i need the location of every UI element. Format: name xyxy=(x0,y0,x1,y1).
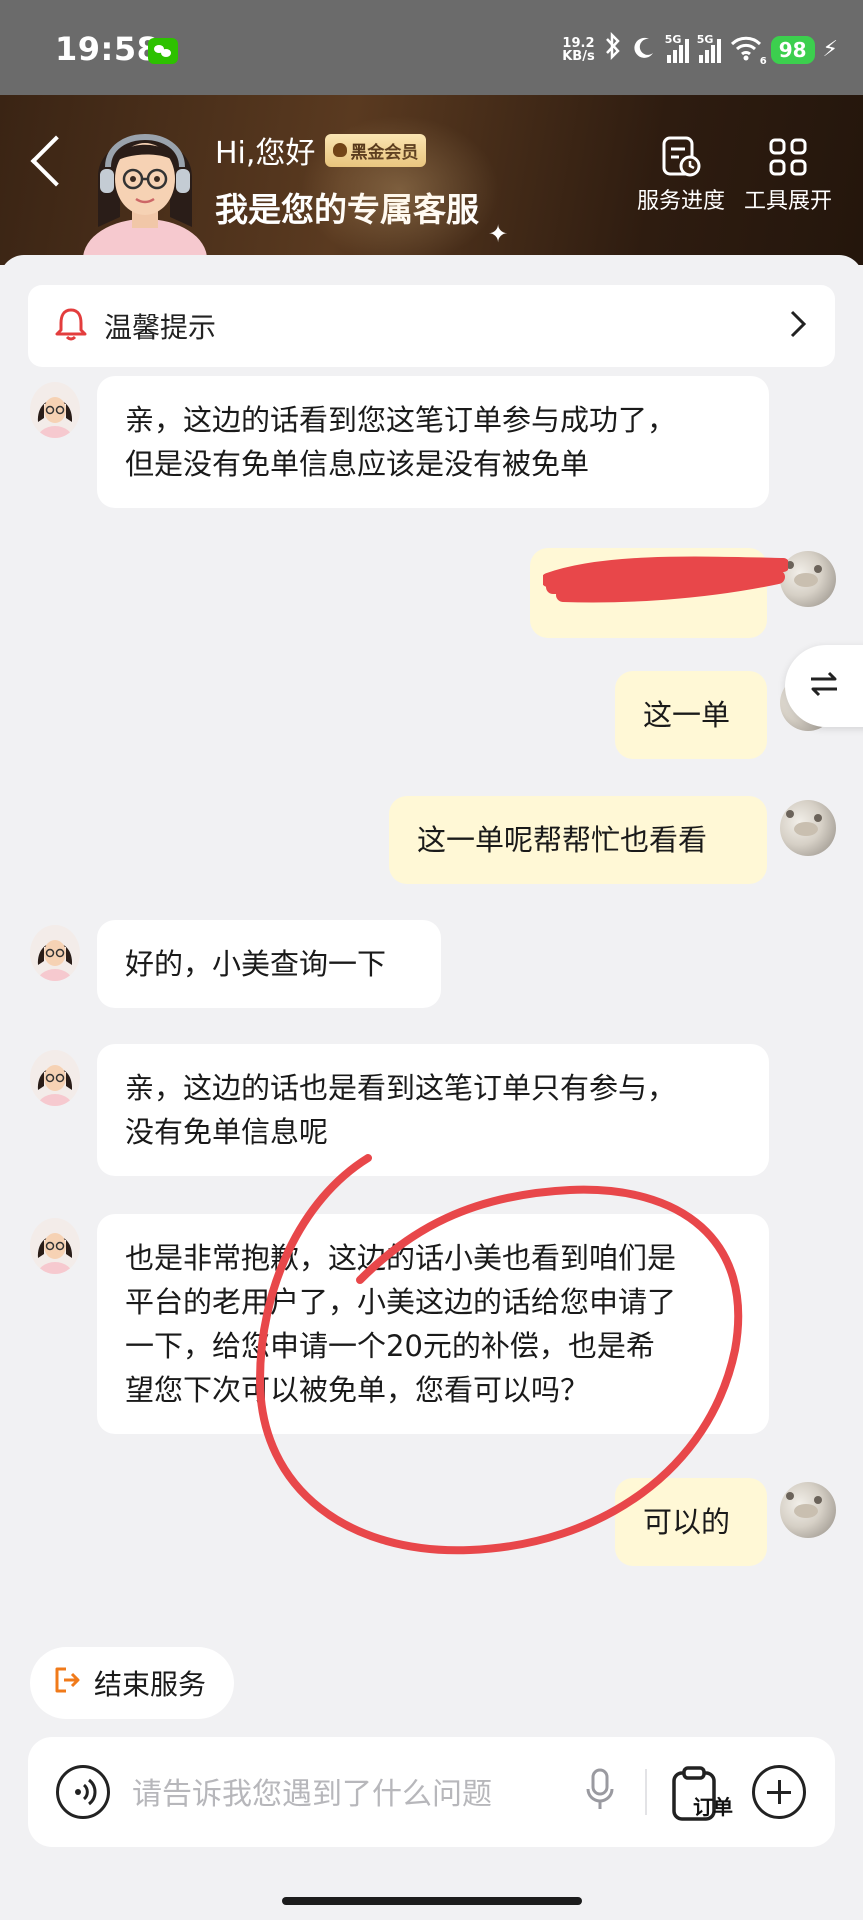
chat-header: Hi,您好 黑金会员 我是您的专属客服 ✦ 服务进度 工具展开 xyxy=(0,95,863,265)
wechat-notification-icon xyxy=(148,38,178,64)
paw-icon xyxy=(333,143,348,157)
page-title: 我是您的专属客服 xyxy=(215,190,479,229)
status-bar: 19:58 19.2 KB/s 5G 5G 6 98 ⚡ xyxy=(0,0,863,95)
chevron-right-icon xyxy=(789,309,807,343)
agent-avatar xyxy=(30,382,80,438)
net-speed: 19.2 KB/s xyxy=(562,35,595,64)
message-bubble-agent: 亲，这边的话也是看到这笔订单只有参与， 没有免单信息呢 xyxy=(97,1044,769,1176)
moon-icon xyxy=(631,35,657,65)
tip-bar[interactable]: 温馨提示 xyxy=(28,285,835,367)
service-progress-icon xyxy=(626,135,736,179)
message-bubble-user: 可以的 xyxy=(615,1478,767,1566)
microphone-icon[interactable] xyxy=(584,1767,616,1817)
signal-2-icon: 5G xyxy=(697,33,721,63)
voice-mode-button[interactable] xyxy=(56,1765,110,1819)
wifi-icon: 6 xyxy=(729,35,767,67)
message-bubble-agent: 也是非常抱歉，这边的话小美也看到咱们是 平台的老用户了，小美这边的话给您申请了 … xyxy=(97,1214,769,1434)
add-button[interactable] xyxy=(752,1765,806,1819)
vip-badge: 黑金会员 xyxy=(325,133,427,167)
message-input-bar: 请告诉我您遇到了什么问题 订单 xyxy=(28,1737,835,1847)
message-input[interactable]: 请告诉我您遇到了什么问题 xyxy=(132,1769,492,1813)
end-service-button[interactable]: 结束服务 xyxy=(30,1647,234,1719)
message-bubble-agent: 好的，小美查询一下 xyxy=(97,920,441,1008)
signal-1-icon: 5G xyxy=(665,33,689,63)
agent-avatar xyxy=(30,1050,80,1106)
swap-arrows-icon xyxy=(807,669,841,703)
battery-indicator: 98 xyxy=(770,35,815,64)
tip-bar-label: 温馨提示 xyxy=(104,311,217,344)
bell-icon xyxy=(54,306,88,346)
header-greeting: Hi,您好 黑金会员 xyxy=(215,128,427,172)
user-avatar xyxy=(780,1482,836,1538)
home-indicator xyxy=(282,1897,582,1905)
sound-wave-icon xyxy=(75,1778,97,1806)
bluetooth-icon xyxy=(603,31,623,67)
status-icons: 19.2 KB/s 5G 5G 6 98 ⚡ xyxy=(562,31,838,67)
agent-avatar xyxy=(30,1218,80,1274)
user-avatar xyxy=(780,551,836,607)
grid-icon xyxy=(733,135,843,179)
message-bubble-agent: 亲，这边的话看到您这笔订单参与成功了， 但是没有免单信息应该是没有被免单 xyxy=(97,376,769,508)
service-progress-button[interactable]: 服务进度 xyxy=(626,135,736,215)
input-divider xyxy=(645,1769,647,1815)
swap-floating-button[interactable] xyxy=(785,645,863,727)
message-bubble-user: 这一单 xyxy=(615,671,767,759)
status-time: 19:58 xyxy=(55,30,160,68)
agent-avatar xyxy=(30,925,80,981)
charging-icon: ⚡ xyxy=(822,37,838,62)
sparkle-icon: ✦ xyxy=(488,220,509,248)
redaction-scribble xyxy=(543,556,788,603)
user-avatar xyxy=(780,800,836,856)
message-bubble-user: 这一单呢帮帮忙也看看 xyxy=(389,796,767,884)
exit-icon xyxy=(52,1665,82,1702)
tools-expand-button[interactable]: 工具展开 xyxy=(733,135,843,215)
agent-portrait xyxy=(70,107,220,265)
order-button[interactable]: 订单 xyxy=(671,1765,733,1823)
